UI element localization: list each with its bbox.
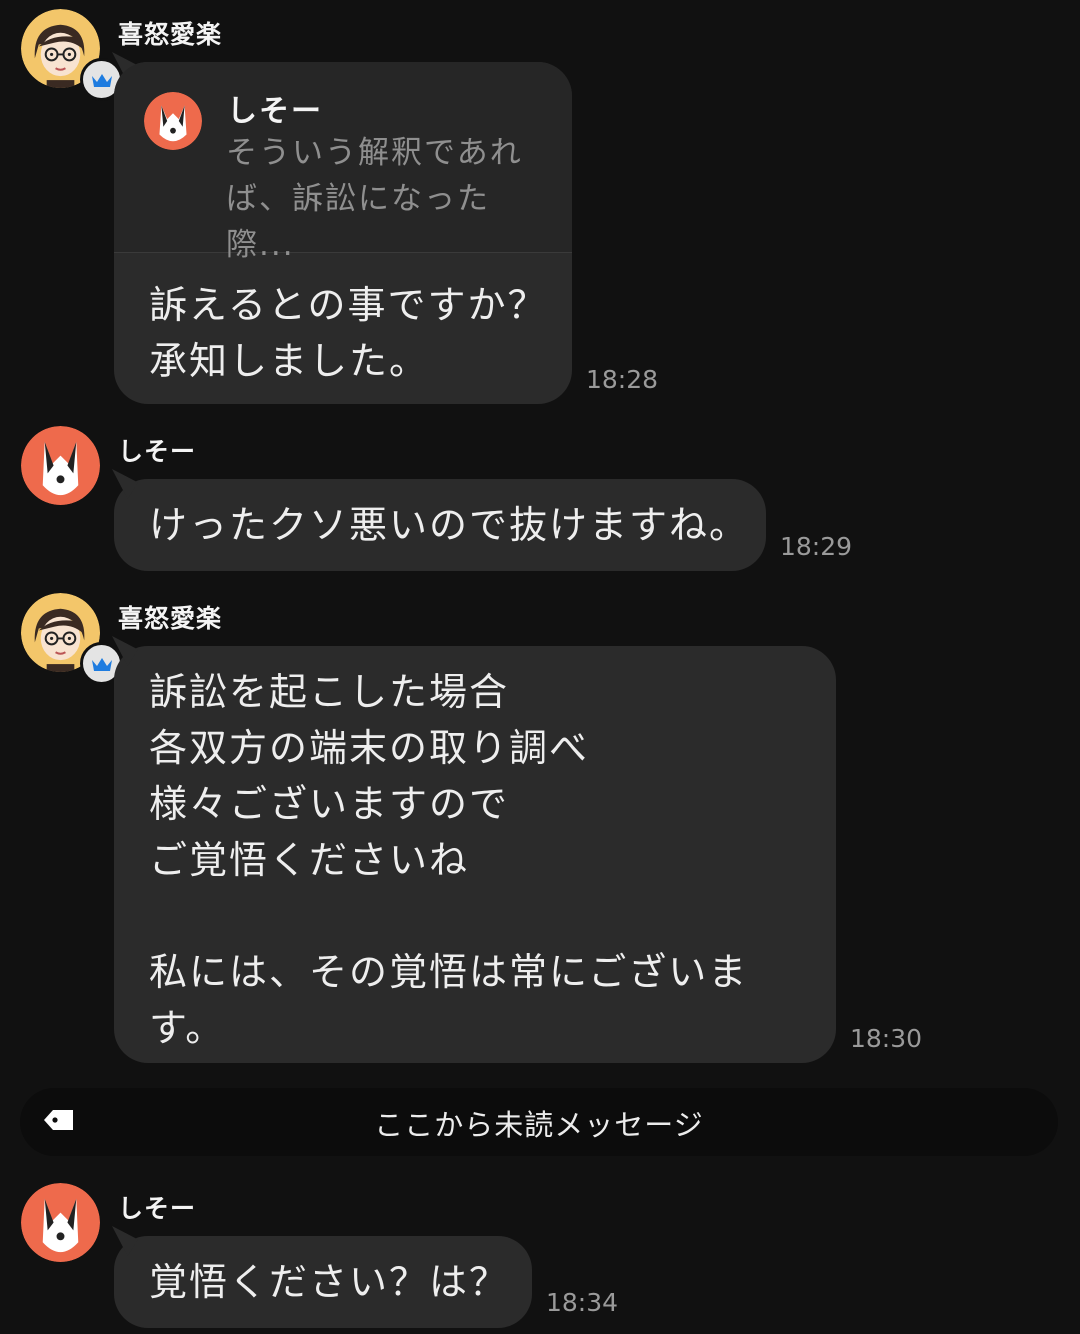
sender-name: 喜怒愛楽 bbox=[118, 604, 223, 633]
message-bubble-reply[interactable]: しそー そういう解釈であれば、訴訟になった際... 訴えるとの事ですか？ 承知し… bbox=[114, 62, 572, 404]
crown-icon bbox=[91, 657, 112, 671]
unread-divider: ここから未読メッセージ bbox=[20, 1088, 1058, 1156]
avatar-shiso[interactable] bbox=[21, 426, 100, 505]
message-text: 覚悟ください？は？ bbox=[149, 1260, 510, 1304]
avatar-kidoairaku[interactable] bbox=[21, 593, 123, 685]
sender-name: 喜怒愛楽 bbox=[118, 20, 223, 49]
message-bubble[interactable]: けったクソ悪いので抜けますね。 bbox=[114, 479, 766, 571]
dog-avatar-icon bbox=[144, 92, 202, 150]
message-bubble[interactable]: 訴訟を起こした場合 各双方の端末の取り調べ 様々ございますので ご覚悟くださいね… bbox=[114, 646, 836, 1063]
dog-avatar-icon bbox=[21, 426, 100, 505]
sender-name: しそー bbox=[118, 1194, 197, 1223]
avatar-kidoairaku[interactable] bbox=[21, 9, 123, 101]
reply-sender-name: しそー bbox=[227, 94, 323, 129]
avatar-shiso[interactable] bbox=[21, 1183, 100, 1262]
message-time: 18:30 bbox=[850, 1024, 923, 1053]
message-bubble[interactable]: 覚悟ください？は？ bbox=[114, 1236, 532, 1328]
message-text: 訴訟を起こした場合 各双方の端末の取り調べ 様々ございますので ご覚悟くださいね… bbox=[149, 670, 749, 1050]
message-time: 18:29 bbox=[780, 532, 853, 561]
dog-avatar-icon bbox=[21, 1183, 100, 1262]
quoted-reply[interactable]: しそー そういう解釈であれば、訴訟になった際... bbox=[114, 62, 572, 263]
unread-divider-label: ここから未読メッセージ bbox=[374, 1108, 704, 1142]
reply-snippet: そういう解釈であれば、訴訟になった際... bbox=[226, 135, 523, 263]
crown-icon bbox=[91, 73, 112, 87]
message-text: けったクソ悪いので抜けますね。 bbox=[149, 503, 750, 547]
message-time: 18:28 bbox=[586, 365, 659, 394]
message-text: 訴えるとの事ですか？ 承知しました。 bbox=[149, 283, 548, 383]
message-time: 18:34 bbox=[546, 1288, 619, 1317]
sender-name: しそー bbox=[118, 437, 197, 466]
